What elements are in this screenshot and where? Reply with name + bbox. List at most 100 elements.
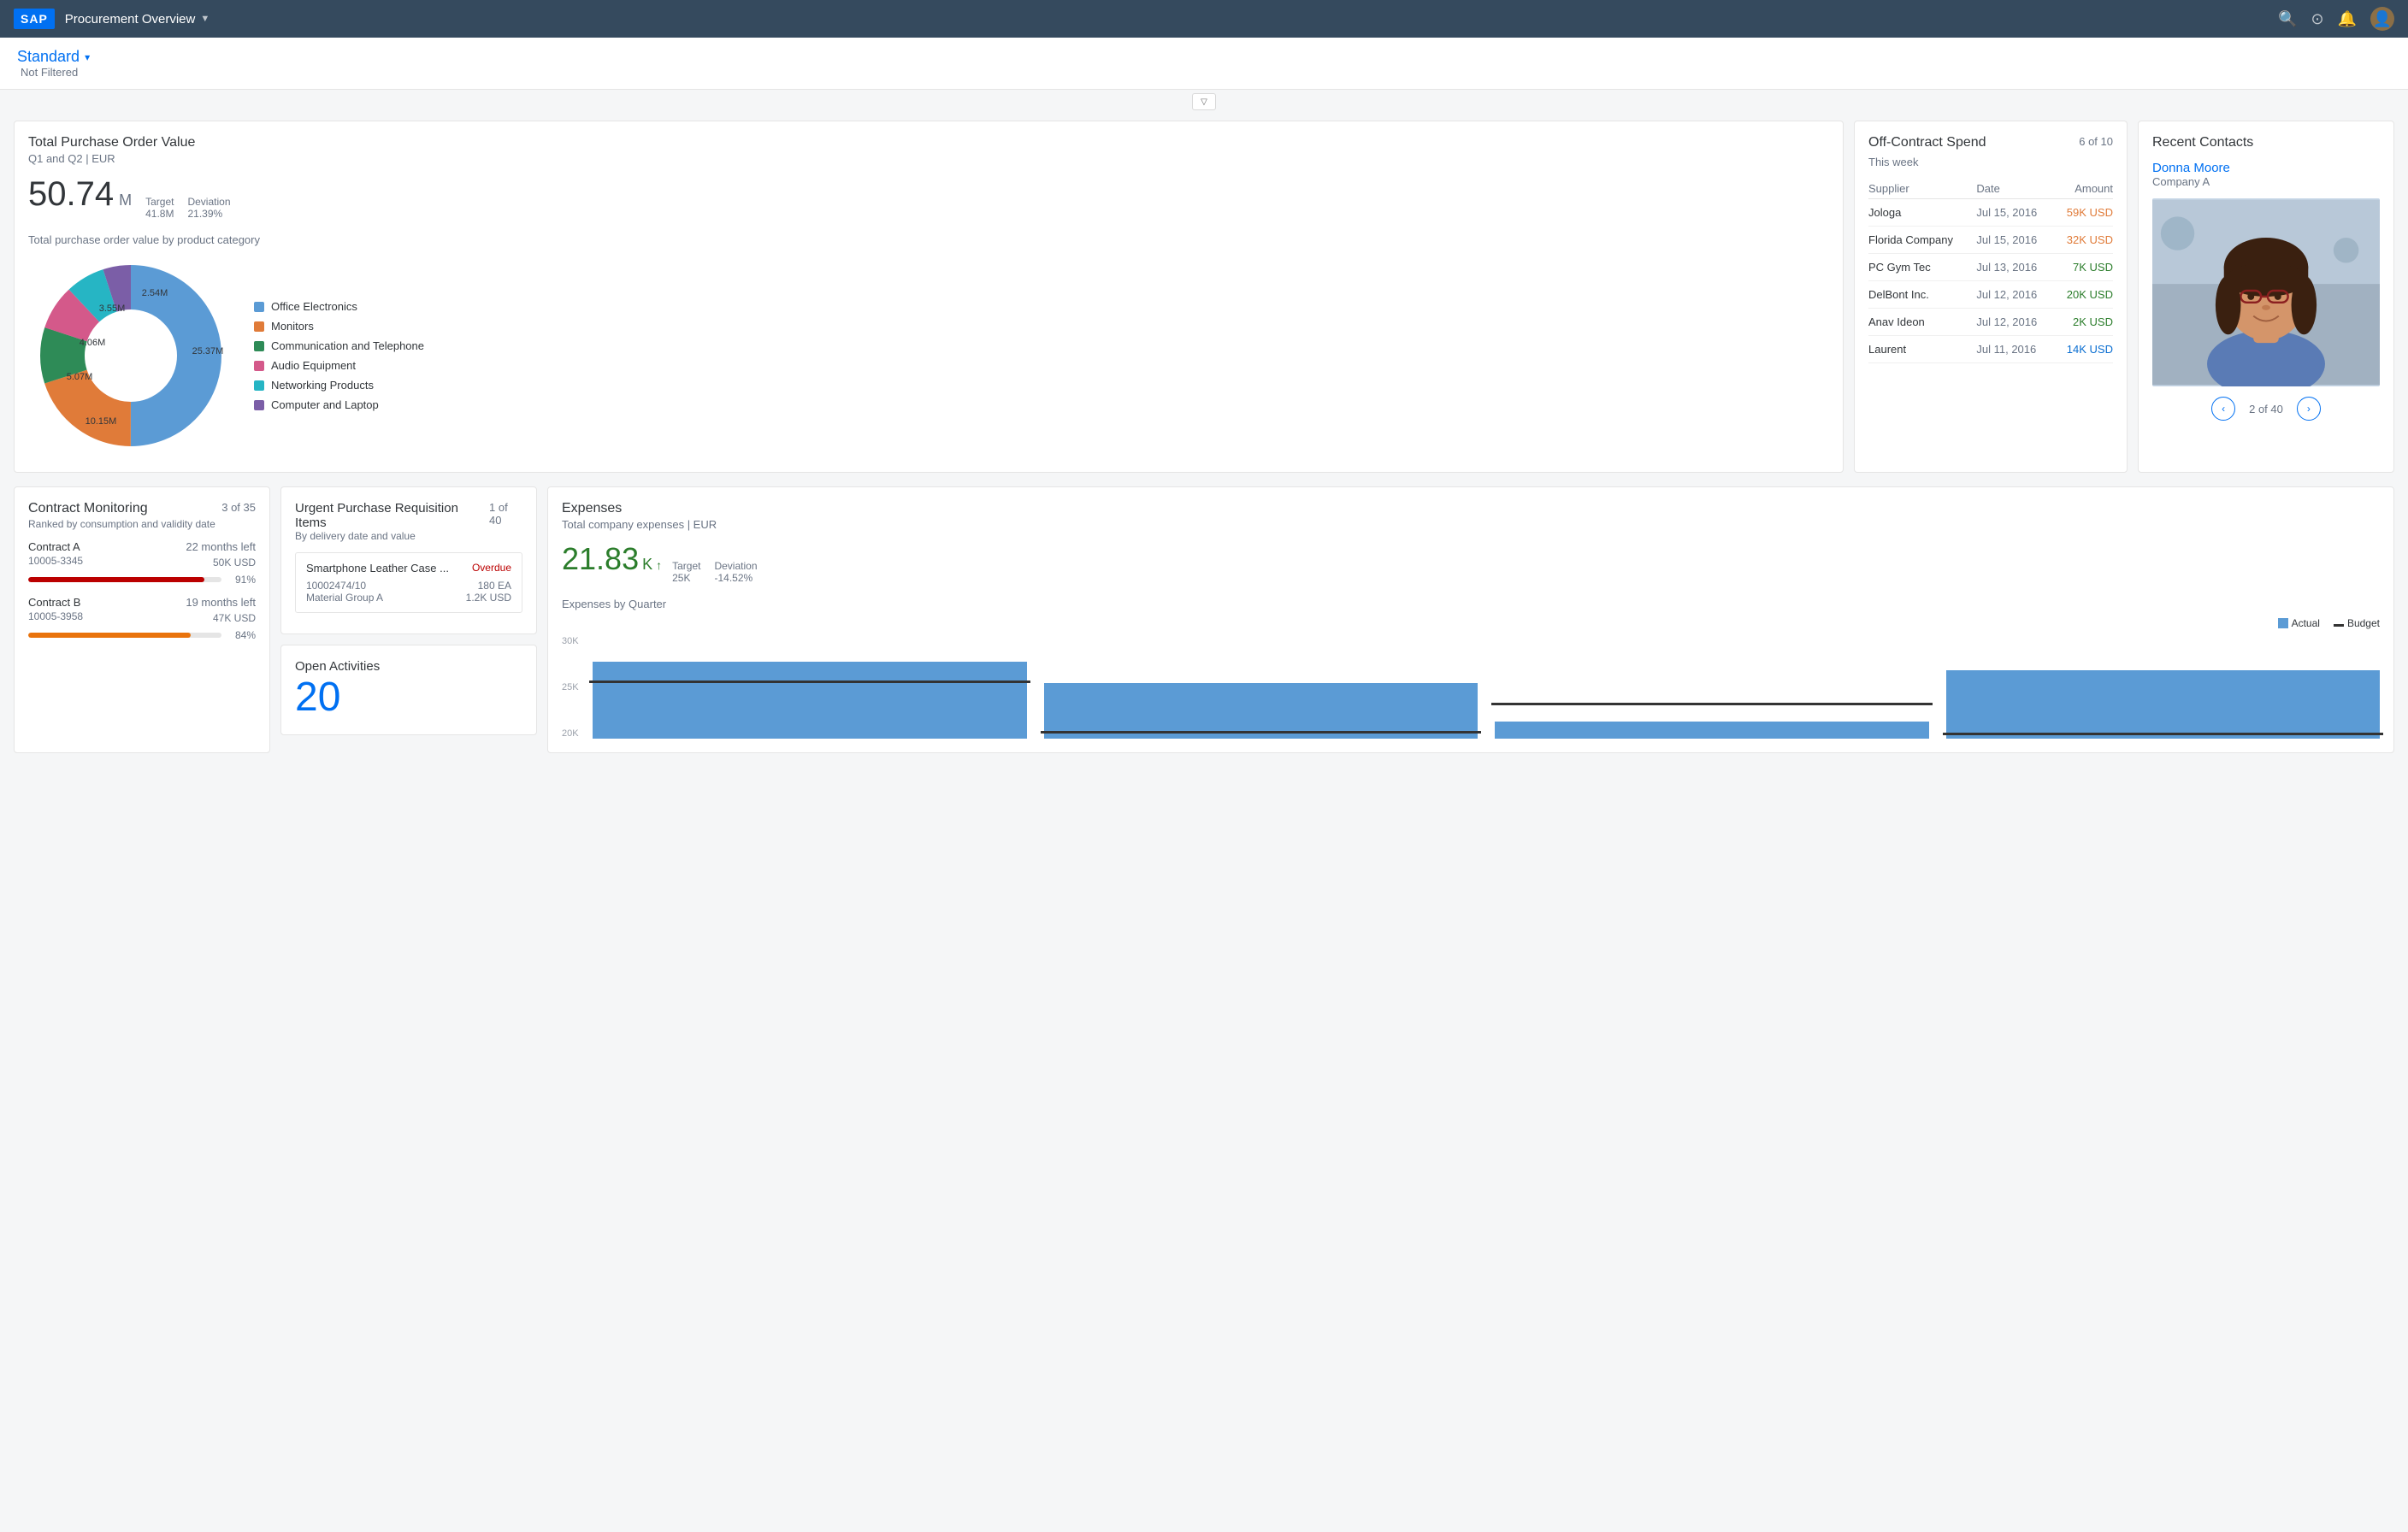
legend-label-comm: Communication and Telephone: [271, 339, 424, 352]
table-row: Laurent Jul 11, 2016 14K USD: [1868, 336, 2113, 363]
col-date: Date: [1976, 179, 2053, 199]
svg-text:2.54M: 2.54M: [142, 288, 168, 298]
table-row: Florida Company Jul 15, 2016 32K USD: [1868, 227, 2113, 254]
expenses-unit: K: [642, 556, 652, 574]
contact-prev-button[interactable]: ‹: [2211, 397, 2235, 421]
urgent-item-name: Smartphone Leather Case ...: [306, 562, 449, 574]
legend-color-audio: [254, 361, 264, 371]
legend-label-monitors: Monitors: [271, 320, 314, 333]
legend-color-monitors: [254, 321, 264, 332]
supplier-date: Jul 11, 2016: [1976, 336, 2053, 363]
supplier-name: Laurent: [1868, 336, 1976, 363]
contract-b-pct: 84%: [228, 629, 256, 641]
legend-item-computer: Computer and Laptop: [254, 398, 424, 411]
supplier-date: Jul 12, 2016: [1976, 309, 2053, 336]
kpi-unit: M: [119, 192, 132, 209]
filter-label-text: Standard: [17, 48, 80, 66]
budget-line-q4: [1943, 733, 2384, 735]
filter-status: Not Filtered: [21, 66, 90, 79]
supplier-date: Jul 15, 2016: [1976, 199, 2053, 227]
filter-label[interactable]: Standard ▾: [17, 48, 90, 66]
bar-actual-q4: [1946, 670, 2381, 739]
settings-icon[interactable]: ⊙: [2311, 10, 2323, 28]
urgent-count: 1 of 40: [489, 501, 522, 527]
urgent-subtitle: By delivery date and value: [295, 530, 522, 542]
expenses-deviation-label: Deviation: [714, 560, 757, 572]
target-value: 41.8M: [145, 208, 174, 220]
supplier-table: Supplier Date Amount Jologa Jul 15, 2016…: [1868, 179, 2113, 363]
contact-next-button[interactable]: ›: [2297, 397, 2321, 421]
bar-chart-legend: Actual Budget: [562, 617, 2380, 629]
legend-item-office-electronics: Office Electronics: [254, 300, 424, 313]
legend-color-office: [254, 302, 264, 312]
collapse-bar: ▽: [0, 90, 2408, 114]
expenses-target-label: Target: [672, 560, 700, 572]
supplier-date: Jul 15, 2016: [1976, 227, 2053, 254]
bar-actual-q1: [593, 662, 1027, 739]
card-title: Total Purchase Order Value: [28, 135, 1829, 150]
recent-contacts-title: Recent Contacts: [2152, 135, 2380, 150]
y-label-30k: 30K: [562, 636, 579, 646]
deviation-value: 21.39%: [187, 208, 230, 220]
contact-navigation: ‹ 2 of 40 ›: [2152, 397, 2380, 421]
off-contract-period: This week: [1868, 156, 2113, 168]
legend-budget-color: [2334, 624, 2344, 627]
bar-group-q1: [593, 653, 1027, 739]
bar-actual-q2: [1044, 683, 1478, 739]
recent-contacts-card: Recent Contacts Donna Moore Company A: [2138, 121, 2394, 473]
table-row: DelBont Inc. Jul 12, 2016 20K USD: [1868, 281, 2113, 309]
svg-text:10.15M: 10.15M: [86, 416, 117, 427]
donut-chart-area: 25.37M 10.15M 5.07M 4.06M 3.55M 2.54M Of…: [28, 253, 1829, 458]
open-activities-card: Open Activities 20: [280, 645, 537, 735]
deviation-label: Deviation: [187, 196, 230, 208]
contract-b-name: Contract B: [28, 596, 80, 609]
svg-text:5.07M: 5.07M: [67, 372, 93, 382]
expenses-target-value: 25K: [672, 572, 700, 584]
expenses-meta: Target Deviation 25K -14.52%: [672, 560, 757, 584]
chart-title: Total purchase order value by product ca…: [28, 233, 1829, 246]
legend-label-computer: Computer and Laptop: [271, 398, 379, 411]
supplier-amount: 2K USD: [2054, 309, 2113, 336]
title-dropdown-icon: ▼: [200, 14, 210, 24]
main-content: Total Purchase Order Value Q1 and Q2 | E…: [0, 114, 2408, 486]
y-label-25k: 25K: [562, 682, 579, 692]
card-subtitle: Q1 and Q2 | EUR: [28, 152, 1829, 165]
user-avatar[interactable]: 👤: [2370, 7, 2394, 31]
contact-photo: [2152, 198, 2380, 386]
off-contract-header: Off-Contract Spend 6 of 10: [1868, 135, 2113, 152]
bell-icon[interactable]: 🔔: [2338, 10, 2357, 28]
filter-dropdown-icon: ▾: [85, 51, 90, 63]
expenses-title: Expenses: [562, 501, 622, 516]
legend-label-office: Office Electronics: [271, 300, 357, 313]
contract-item-a: Contract A 22 months left 10005-3345 50K…: [28, 540, 256, 586]
legend-budget: Budget: [2334, 617, 2380, 629]
overdue-badge: Overdue: [472, 562, 511, 574]
urgent-item: Smartphone Leather Case ... Overdue 1000…: [295, 552, 522, 613]
supplier-name: Jologa: [1868, 199, 1976, 227]
col-amount: Amount: [2054, 179, 2113, 199]
sap-logo: SAP: [14, 9, 55, 29]
supplier-amount: 14K USD: [2054, 336, 2113, 363]
bar-group-q2: [1044, 653, 1478, 739]
urgent-item-value: 1.2K USD: [466, 592, 511, 604]
contract-a-bar: [28, 577, 204, 582]
contract-b-amount: 47K USD: [213, 612, 256, 624]
legend-color-computer: [254, 400, 264, 410]
legend-item-networking: Networking Products: [254, 379, 424, 392]
off-contract-spend-card: Off-Contract Spend 6 of 10 This week Sup…: [1854, 121, 2128, 473]
legend-label-networking: Networking Products: [271, 379, 374, 392]
contact-company: Company A: [2152, 175, 2380, 188]
collapse-button[interactable]: ▽: [1192, 93, 1216, 110]
open-activities-number: 20: [295, 674, 522, 721]
bar-groups: [593, 636, 2380, 739]
open-activities-header: Open Activities: [295, 659, 522, 674]
kpi-meta: Target Deviation 41.8M 21.39%: [145, 196, 230, 220]
expenses-card: Expenses Total company expenses | EUR 21…: [547, 486, 2394, 753]
urgent-item-id: 10002474/10: [306, 580, 366, 592]
contact-name[interactable]: Donna Moore: [2152, 161, 2380, 175]
expenses-value: 21.83: [562, 541, 639, 577]
urgent-header: Urgent Purchase Requisition Items 1 of 4…: [295, 501, 522, 530]
search-icon[interactable]: 🔍: [2278, 10, 2297, 28]
contract-desc: Ranked by consumption and validity date: [28, 518, 256, 530]
y-label-20k: 20K: [562, 728, 579, 739]
